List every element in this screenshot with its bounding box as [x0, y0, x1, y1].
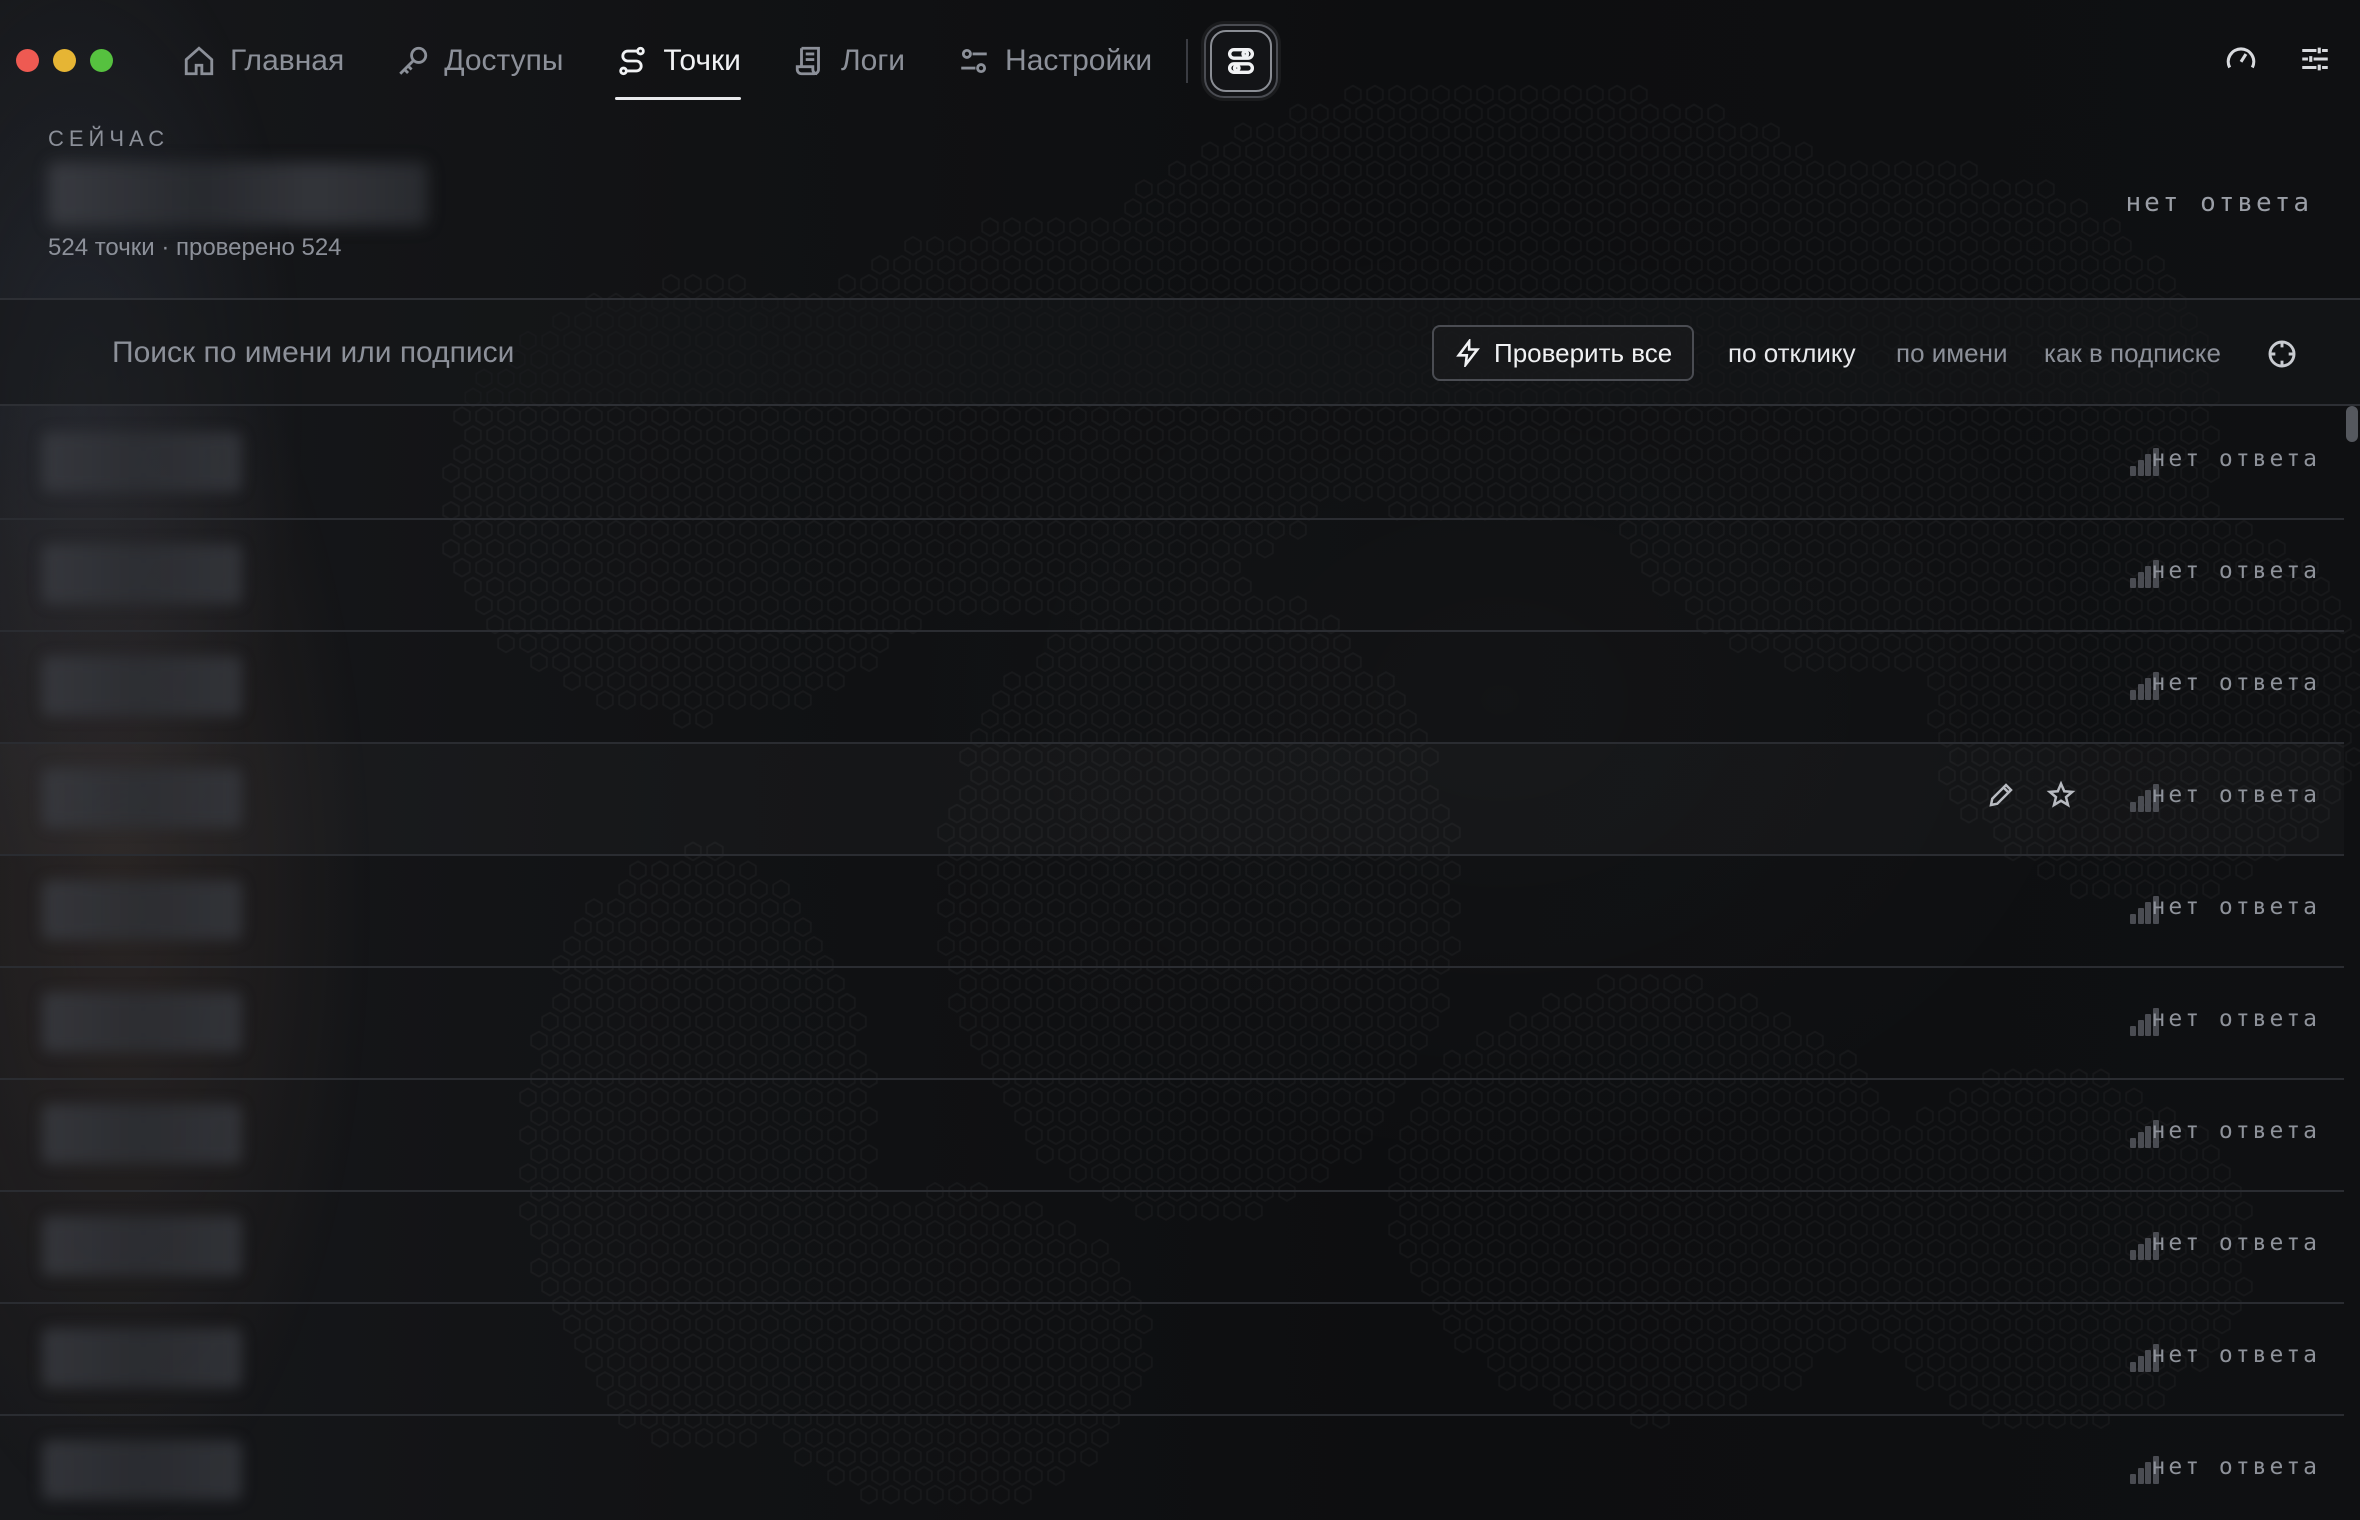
list-item[interactable]: нет ответа — [0, 520, 2344, 632]
sort-as-subscription[interactable]: как в подписке — [2044, 338, 2221, 369]
point-status: нет ответа — [2151, 1006, 2320, 1032]
sort-by-response[interactable]: по отклику — [1728, 338, 1856, 369]
sort-by-name[interactable]: по имени — [1896, 338, 2008, 369]
point-name-redacted — [42, 1104, 242, 1164]
window-controls — [16, 49, 113, 72]
nav-logs[interactable]: Логи — [793, 0, 905, 122]
list-item[interactable]: нет ответа — [0, 1416, 2344, 1520]
points-stats: 524 точки · проверено 524 — [48, 234, 342, 261]
main-nav: Главная Доступы Точки Логи Настройки — [182, 0, 1279, 122]
connection-toggle-button[interactable] — [1204, 24, 1279, 98]
current-status: нет ответа — [2125, 188, 2312, 218]
point-name-redacted — [42, 1216, 242, 1276]
list-item[interactable]: нет ответа — [0, 1080, 2344, 1192]
point-name-redacted — [42, 768, 242, 828]
key-icon — [399, 46, 428, 75]
filter-sliders-icon[interactable] — [2298, 42, 2332, 76]
list-item[interactable]: нет ответа — [0, 408, 2344, 520]
search-input[interactable] — [112, 328, 812, 378]
nav-access[interactable]: Доступы — [396, 0, 563, 122]
sliders-icon — [961, 48, 987, 74]
connection-toggle-frame — [1210, 30, 1273, 92]
route-icon — [619, 46, 646, 76]
nav-divider — [1186, 39, 1189, 83]
point-status: нет ответа — [2151, 446, 2320, 472]
nav-logs-label: Логи — [840, 44, 906, 77]
star-icon[interactable] — [2046, 780, 2076, 810]
app-window: Главная Доступы Точки Логи Настройки СЕЙ… — [0, 0, 2360, 1520]
list-item[interactable]: нет ответа — [0, 632, 2344, 744]
list-item[interactable]: нет ответа — [0, 856, 2344, 968]
home-icon — [184, 46, 214, 76]
point-status: нет ответа — [2151, 1342, 2320, 1368]
current-label: СЕЙЧАС — [48, 126, 170, 151]
point-status: нет ответа — [2151, 894, 2320, 920]
point-status: нет ответа — [2151, 1230, 2320, 1256]
top-right-tools — [2224, 42, 2332, 76]
points-list: нет ответа нет ответа нет ответа нет ответа… — [0, 408, 2344, 1520]
locate-button[interactable] — [2266, 338, 2298, 375]
point-name-redacted — [42, 1440, 242, 1500]
point-status: нет ответа — [2151, 670, 2320, 696]
list-item[interactable]: нет ответа — [0, 1304, 2344, 1416]
point-name-redacted — [42, 432, 242, 492]
minimize-window-button[interactable] — [53, 49, 76, 72]
list-item[interactable]: нет ответа — [0, 744, 2344, 856]
point-status: нет ответа — [2151, 782, 2320, 808]
current-point: СЕЙЧАС 524 точки · проверено 524 нет отв… — [48, 122, 2312, 298]
row-actions — [1986, 780, 2076, 810]
nav-home[interactable]: Главная — [182, 0, 344, 122]
nav-home-label: Главная — [230, 44, 345, 77]
point-name-redacted — [42, 992, 242, 1052]
check-all-label: Проверить все — [1494, 337, 1673, 368]
pencil-icon[interactable] — [1986, 780, 2016, 810]
nav-points-label: Точки — [663, 44, 741, 77]
list-item[interactable]: нет ответа — [0, 1192, 2344, 1304]
lightning-icon — [1456, 339, 1480, 367]
point-status: нет ответа — [2151, 1454, 2320, 1480]
top-bar: Главная Доступы Точки Логи Настройки — [0, 0, 2360, 122]
point-name-redacted — [42, 544, 242, 604]
point-name-redacted — [42, 1328, 242, 1388]
crosshair-icon — [2268, 340, 2296, 368]
speedometer-icon[interactable] — [2224, 42, 2258, 76]
search-toolbar: Проверить все по отклику по имени как в … — [0, 298, 2360, 406]
list-item[interactable]: нет ответа — [0, 968, 2344, 1080]
nav-points[interactable]: Точки — [615, 0, 741, 122]
close-window-button[interactable] — [16, 49, 39, 72]
point-status: нет ответа — [2151, 1118, 2320, 1144]
nav-settings-label: Настройки — [1005, 44, 1153, 77]
point-name-redacted — [42, 656, 242, 716]
scroll-icon — [795, 46, 820, 76]
toggles-icon — [1228, 47, 1255, 75]
check-all-button[interactable]: Проверить все — [1432, 325, 1695, 381]
current-point-name-redacted — [48, 162, 428, 226]
zoom-window-button[interactable] — [90, 49, 113, 72]
nav-access-label: Доступы — [444, 44, 564, 77]
point-status: нет ответа — [2151, 558, 2320, 584]
point-name-redacted — [42, 880, 242, 940]
list-scrollbar[interactable] — [2346, 406, 2358, 442]
nav-settings[interactable]: Настройки — [957, 0, 1152, 122]
